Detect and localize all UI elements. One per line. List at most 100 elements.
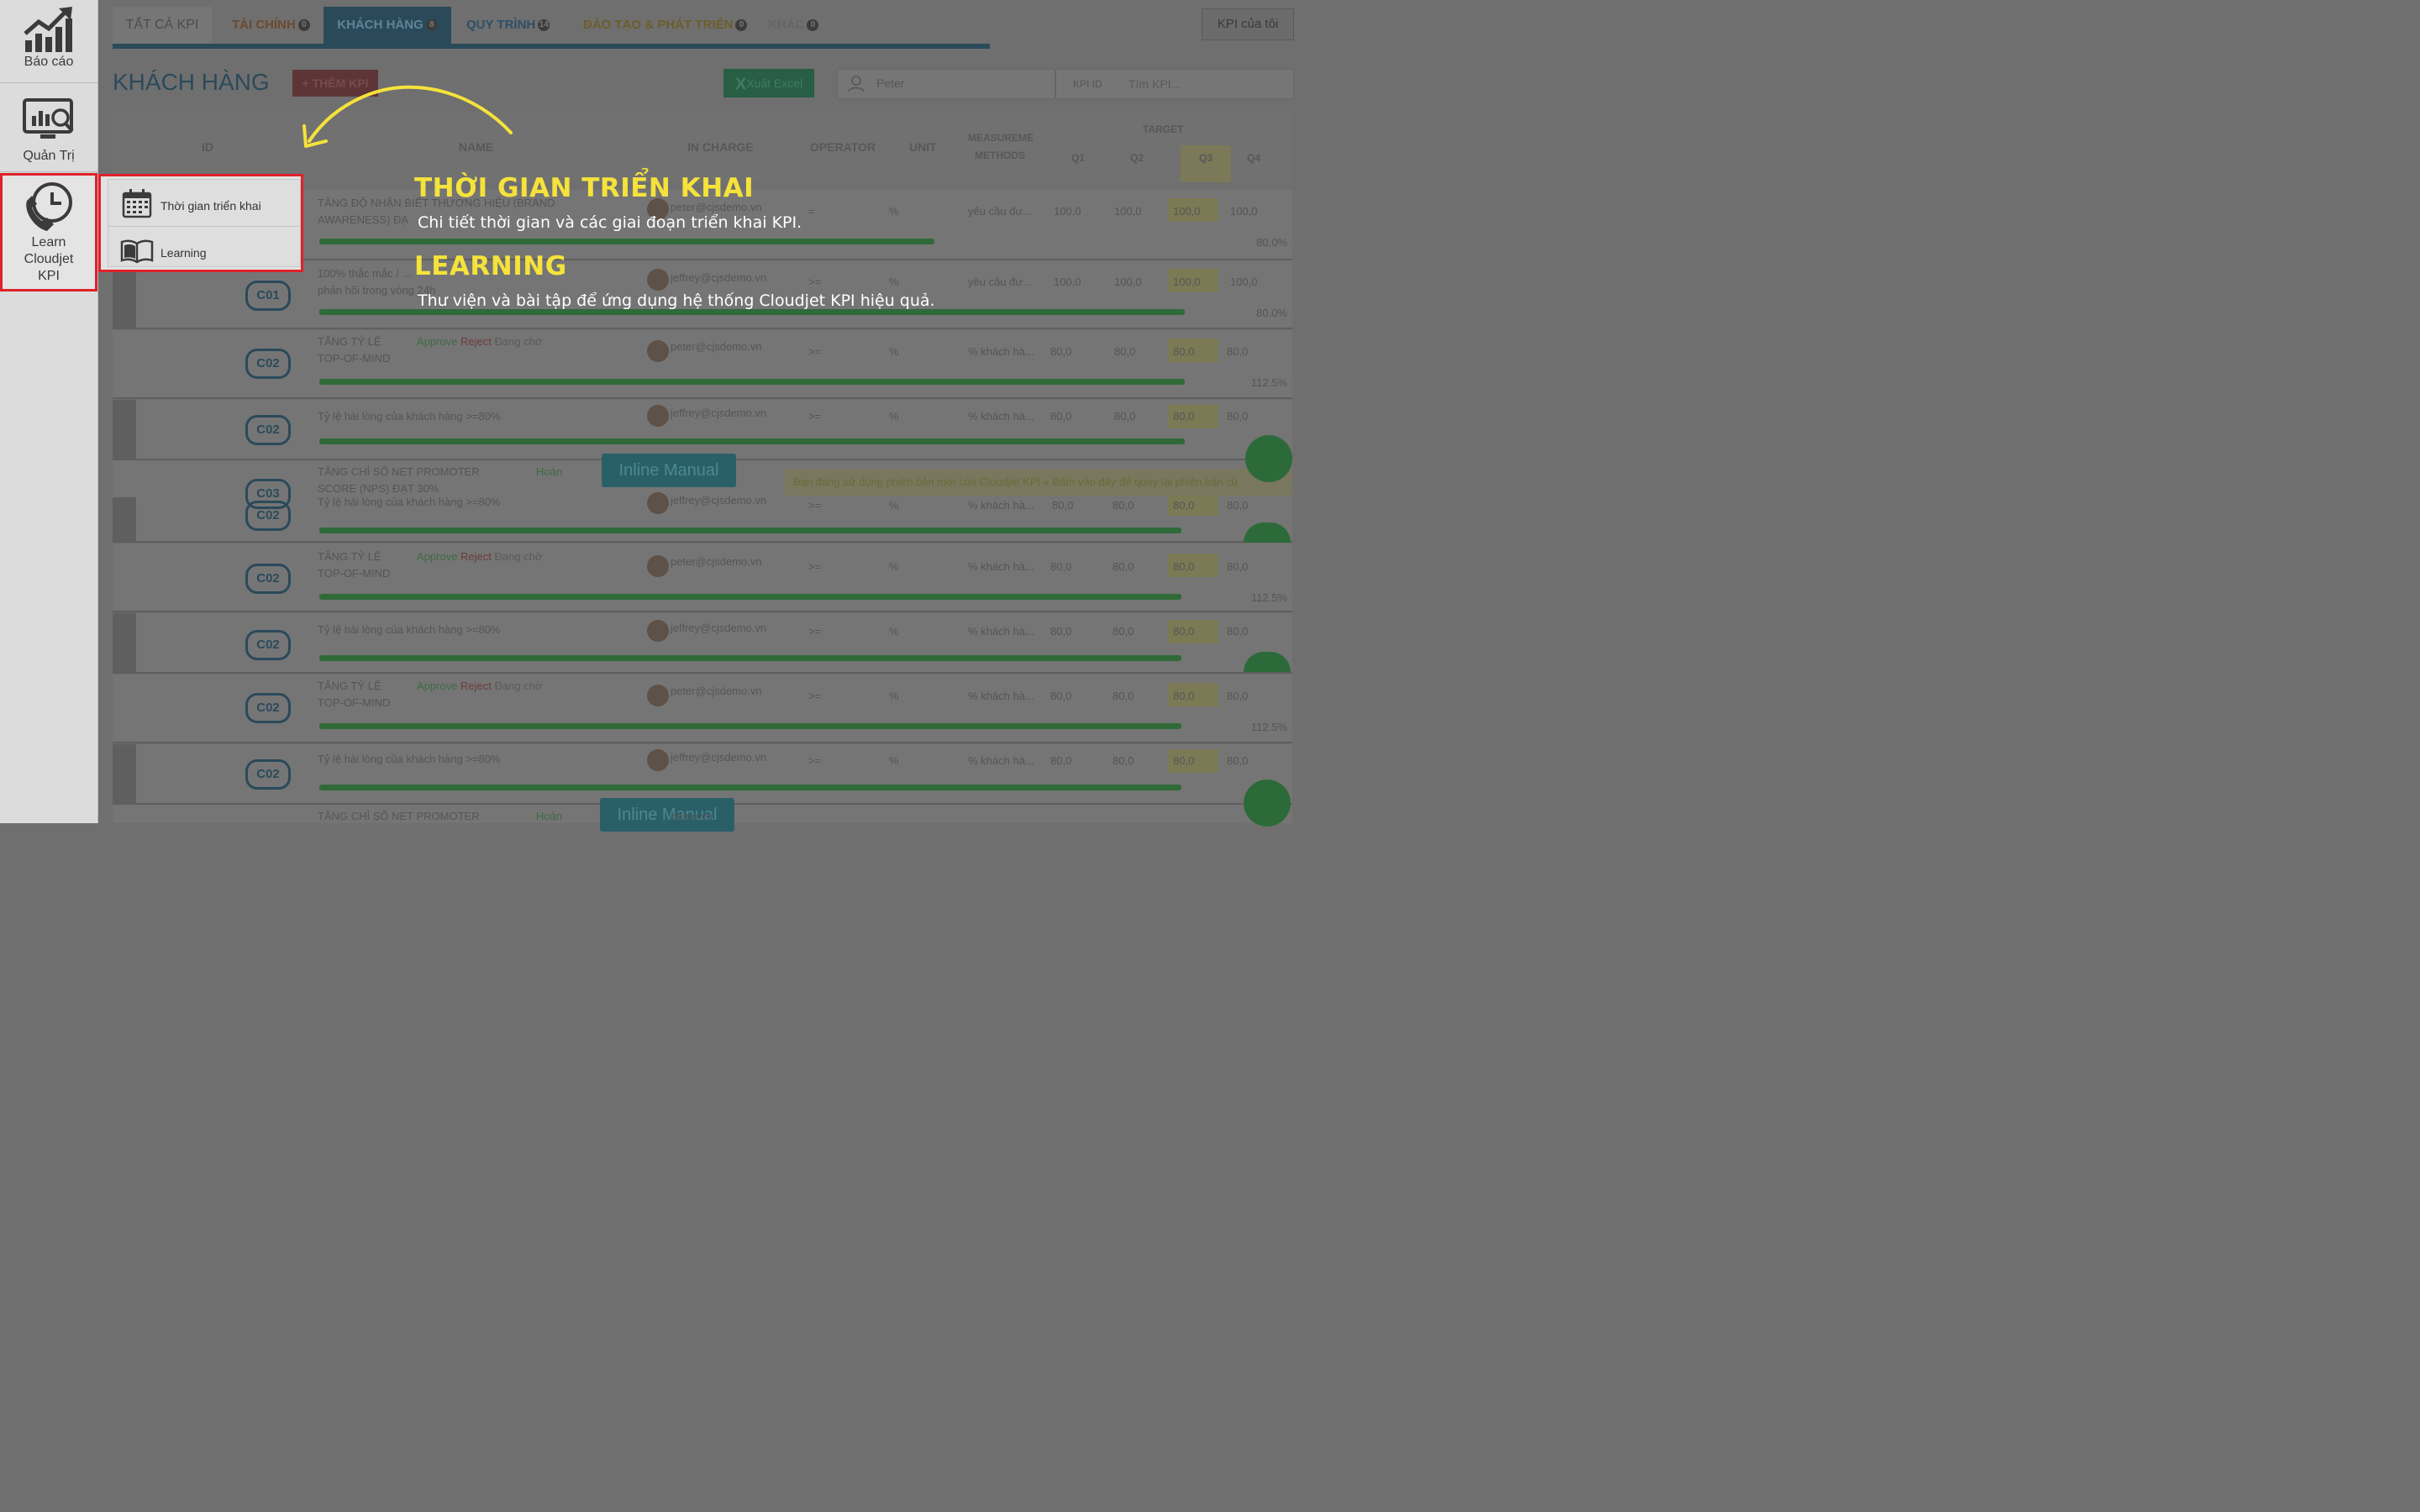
person-filter-input[interactable]: Peter [837,69,1055,99]
inline-manual-button[interactable]: Inline Manual [600,798,734,832]
kpi-name: Tỷ lệ hài lòng của khách hàng >=80% [318,623,501,636]
tab-count: 14 [538,19,550,32]
tab-label: ĐÀO TẠO & PHÁT TRIỂN [583,18,734,32]
tab-label: KHÁC [768,18,805,32]
owner-email: peter@cjsdemo.vn [671,340,762,353]
avatar [647,555,669,577]
target-q1: 80,0 [1052,499,1074,512]
kpi-id-badge[interactable]: C02 [245,564,291,594]
table-row[interactable]: C02 Tỷ lệ hài lòng của khách hàng >=80% … [113,400,1292,460]
target-q4: 80,0 [1227,499,1249,512]
tab-customer[interactable]: KHÁCH HÀNG 8 [324,7,451,44]
submenu-item-learning[interactable]: Learning [108,227,300,273]
progress-percent: 112.5% [1250,376,1287,389]
excel-icon: X [734,75,747,94]
target-q4: 80,0 [1227,410,1249,423]
submenu-item-label: Thời gian triển khai [160,199,261,213]
target-q2: 100,0 [1114,205,1142,218]
target-q1: 80,0 [1050,625,1072,638]
sidebar-item-learn-cloudjet-kpi[interactable]: Learn Cloudjet KPI [0,173,97,291]
kpi-name: TĂNG CHỈ SỐ NET PROMOTER [318,810,480,822]
table-row[interactable]: TĂNG CHỈ SỐ NET PROMOTER Hoàn Inline Man… [113,798,1292,832]
my-kpi-button[interactable]: KPI của tôi [1202,8,1294,40]
target-q4: 100,0 [1230,205,1258,218]
table-row[interactable]: C02 Tỷ lệ hài lòng của khách hàng >=80% … [113,613,1292,674]
progress-bar [319,785,1181,790]
avatar [647,269,669,291]
tab-training[interactable]: ĐÀO TẠO & PHÁT TRIỂN 0 [583,7,748,44]
row-stripe [113,613,136,672]
done-status: Hoàn [536,465,563,478]
status-reject[interactable]: Reject [460,680,492,692]
tab-finance[interactable]: TÀI CHÍNH 0 [232,7,310,44]
version-notice[interactable]: Bạn đang sử dụng phiên bản mới của Cloud… [785,469,1292,496]
target-q3: 80,0 [1173,754,1195,767]
kpi-name: TĂNG TỶ LỆ TOP-OF-MIND [318,678,390,711]
kpi-name-line: TĂNG CHỈ SỐ NET PROMOTER [318,465,480,478]
target-q3: 100,0 [1173,276,1201,288]
kpi-id-badge[interactable]: C02 [245,693,291,723]
measure-method: yêu cầu đư... [968,276,1032,288]
target-q3-cell: 100,0 [1168,198,1218,222]
unit: % [889,410,899,423]
submenu-item-timeline[interactable]: Thời gian triển khai [108,180,300,227]
kpi-id-badge[interactable]: C02 [245,415,291,445]
col-q2: Q2 [1130,152,1144,164]
table-row[interactable]: C02 TĂNG TỶ LỆ TOP-OF-MIND Approve Reject… [113,675,1292,743]
target-q3-cell: 80,0 [1168,554,1218,577]
target-q2: 80,0 [1113,625,1134,638]
kpi-id-badge[interactable]: C02 [245,759,291,790]
kpi-id-badge[interactable]: C01 [245,281,291,311]
table-row[interactable]: C02 TĂNG TỶ LỆ TOP-OF-MIND Approve Reject… [113,543,1292,612]
sidebar-item-report[interactable]: Báo cáo [0,5,97,83]
chart-growth-icon [24,7,72,52]
monitor-analytics-icon [23,98,74,139]
target-q3: 80,0 [1173,345,1195,358]
kpi-name: Tỷ lệ hài lòng của khách hàng >=80% [318,753,501,765]
export-excel-button[interactable]: XXuất Excel [723,69,814,97]
col-unit: UNIT [909,140,937,154]
chat-bubble-icon[interactable] [1244,780,1291,827]
kpi-search-input[interactable]: KPI ID Tìm KPI... [1055,69,1294,99]
progress-percent: 80.0% [1256,236,1287,249]
progress-bar [319,723,1181,729]
col-q4: Q4 [1247,152,1261,164]
status-reject[interactable]: Reject [460,335,492,348]
status-approve[interactable]: Approve [417,680,457,692]
col-q3: Q3 [1181,145,1231,182]
tab-other[interactable]: KHÁC 0 [768,7,819,44]
chat-bubble-icon[interactable] [1245,435,1292,482]
tab-underline [113,44,990,49]
unit: % [889,690,899,702]
status-approve[interactable]: Approve [417,335,457,348]
sidebar-item-label-line: KPI [38,269,60,283]
sidebar-item-admin[interactable]: Quản Trị [0,84,97,172]
approval-status: Approve Reject Đang chờ [417,680,542,692]
tab-process[interactable]: QUY TRÌNH 14 [466,7,550,44]
measure-method: % khách hà... [968,625,1034,638]
avatar [647,685,669,706]
phone-clock-icon [26,182,72,231]
status-reject[interactable]: Reject [460,550,492,563]
submenu-panel: Thời gian triển khai Learning [108,179,301,267]
target-q2: 80,0 [1113,560,1134,573]
table-row[interactable]: C02 TĂNG TỶ LỆ TOP-OF-MIND Approve Reject… [113,330,1292,399]
kpi-id-badge[interactable]: C02 [245,349,291,379]
target-q3-cell: 80,0 [1168,339,1218,362]
target-q2: 80,0 [1114,345,1136,358]
tab-all-kpi[interactable]: TẤT CẢ KPI [113,7,212,44]
table-row[interactable]: C02 Tỷ lệ hài lòng của khách hàng >=80% … [113,744,1292,805]
status-approve[interactable]: Approve [417,550,457,563]
row-stripe [113,497,136,541]
kpi-id-badge[interactable]: C02 [245,501,291,531]
unit: % [889,205,899,218]
kpi-app-background: TẤT CẢ KPI TÀI CHÍNH 0 KHÁCH HÀNG 8 QUY TR… [97,0,1318,832]
owner-email: peter@cjsdemo.vn [671,685,762,697]
inline-manual-button[interactable]: Inline Manual [602,454,736,487]
kpi-id-badge[interactable]: C02 [245,630,291,660]
kpi-name-line: TĂNG TỶ LỆ [318,335,381,348]
unit: % [889,276,899,288]
sidebar-item-label-line: Cloudjet [24,252,74,266]
target-q2: 80,0 [1113,690,1134,702]
kpi-name: Tỷ lệ hài lòng của khách hàng >=80% [318,410,501,423]
